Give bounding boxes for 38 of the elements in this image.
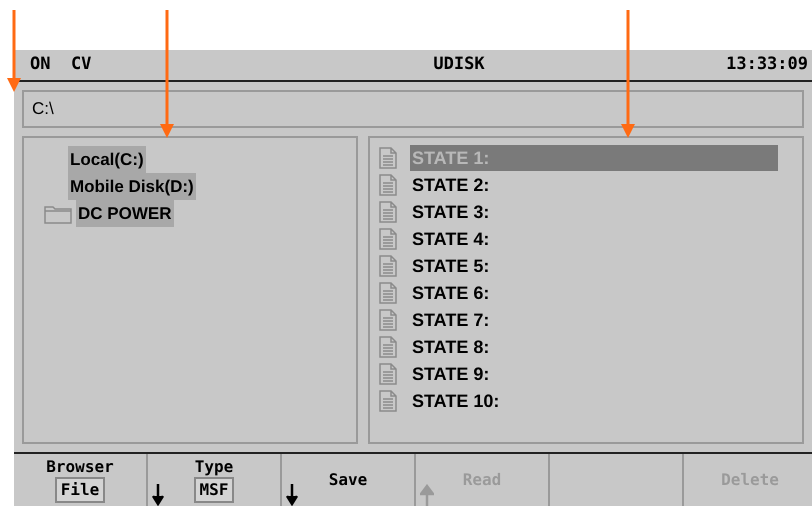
document-icon (378, 174, 398, 196)
folder-item[interactable]: DC POWER (76, 200, 174, 227)
file-item[interactable]: STATE 3: (410, 198, 778, 224)
file-item[interactable]: STATE 10: (410, 388, 778, 414)
document-icon (378, 390, 398, 412)
document-icon (378, 336, 398, 358)
softkey-value: File (54, 477, 106, 503)
down-arrow-icon (286, 484, 298, 506)
document-icon (378, 362, 398, 384)
softkey-button[interactable]: Type MSF (148, 454, 282, 506)
output-status: ON CV (30, 53, 92, 76)
file-item[interactable]: STATE 2: (410, 172, 778, 198)
drive-item[interactable]: Local(C:) (68, 146, 146, 173)
softkey-label: Browser (46, 457, 114, 477)
folder-icon (44, 204, 72, 224)
document-icon (378, 282, 398, 304)
document-icon (378, 228, 398, 250)
file-item[interactable]: STATE 7: (410, 306, 778, 332)
clock-time: 13:33:09 (725, 53, 808, 76)
document-icon (378, 254, 398, 276)
file-item[interactable]: STATE 4: (410, 226, 778, 252)
softkey-label: Save (328, 470, 368, 490)
softkey-label: Type (194, 457, 234, 477)
softkey-value: MSF (194, 477, 234, 503)
document-icon (378, 308, 398, 330)
storage-label: UDISK (433, 53, 485, 76)
path-field[interactable]: C:\ (22, 90, 804, 128)
file-item[interactable]: STATE 8: (410, 334, 778, 360)
file-item[interactable]: STATE 6: (410, 280, 778, 306)
down-arrow-icon (152, 484, 164, 506)
file-item[interactable]: STATE 5: (410, 252, 778, 278)
drive-item[interactable]: Mobile Disk(D:) (68, 173, 196, 200)
document-icon (378, 146, 398, 168)
softkey-button[interactable]: Save (282, 454, 416, 506)
document-icon (378, 200, 398, 222)
softkey-button[interactable]: Browser File (14, 454, 148, 506)
up-arrow-icon (420, 484, 434, 506)
file-item[interactable]: STATE 9: (410, 360, 778, 386)
